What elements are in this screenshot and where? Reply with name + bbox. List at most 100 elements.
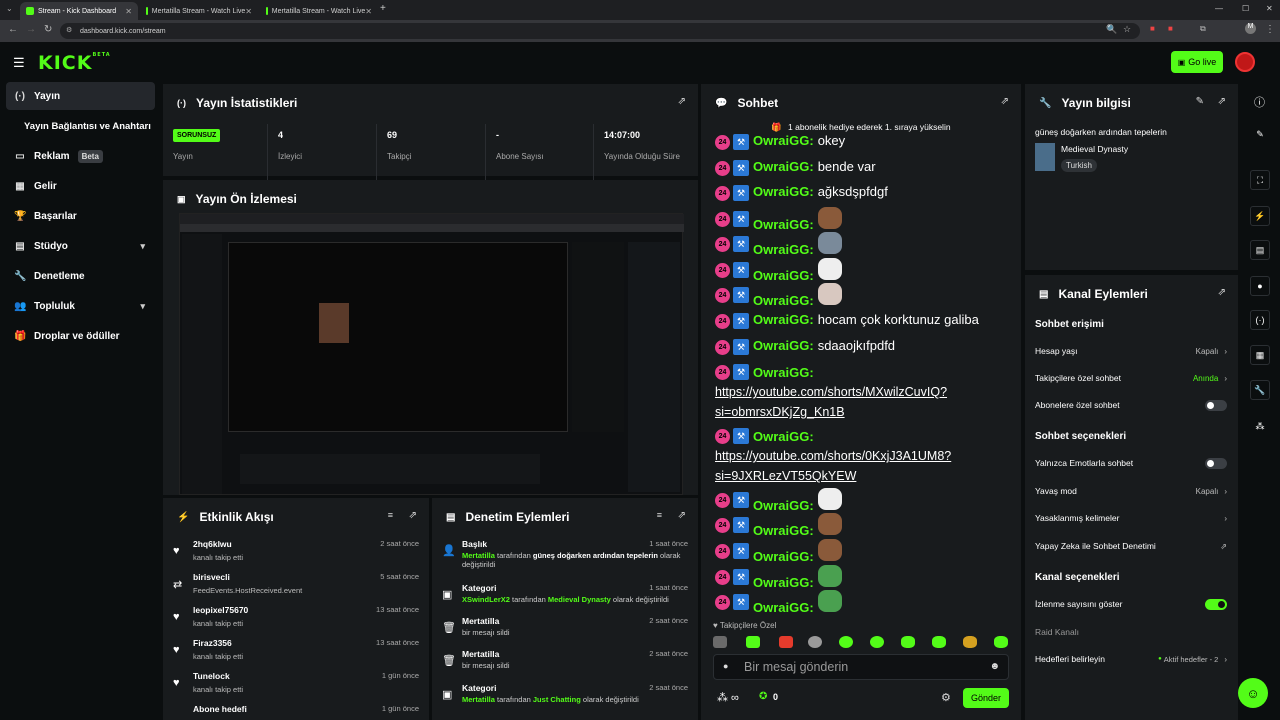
- chat-input[interactable]: ● Bir mesaj gönderin ☻: [713, 654, 1009, 680]
- grey-creature-emote[interactable]: [817, 232, 842, 254]
- chat-message[interactable]: 24 ⚒ OwraiGG:: [715, 565, 1005, 590]
- chat-link[interactable]: si=9JXRLezVT55QkYEW: [715, 469, 856, 483]
- raid-channel-setting[interactable]: Raid Kanalı: [1035, 625, 1227, 639]
- category-name[interactable]: Medieval Dynasty: [1061, 144, 1128, 154]
- emote-picker-icon[interactable]: [901, 636, 915, 648]
- hamburger-menu-icon[interactable]: ☰: [13, 55, 25, 71]
- show-viewers-toggle[interactable]: [1205, 598, 1227, 610]
- chat-username[interactable]: OwraiGG: [753, 268, 809, 283]
- url-field[interactable]: ⚙ dashboard.kick.com/stream: [60, 23, 1140, 39]
- chat-link[interactable]: https://youtube.com/shorts/0KxjJ3A1UM8?: [715, 449, 951, 463]
- emote-picker-icon[interactable]: [839, 636, 853, 648]
- extension-icon[interactable]: ■: [1168, 24, 1173, 33]
- chat-username[interactable]: OwraiGG: [753, 184, 809, 199]
- chat-message[interactable]: 24 ⚒ OwraiGG: bende var: [715, 159, 1005, 176]
- apps-icon[interactable]: ⁂: [1250, 416, 1270, 436]
- chat-message[interactable]: 24 ⚒ OwraiGG: sdaaojkıfpdfd: [715, 338, 1005, 355]
- sidebar-item-droplar[interactable]: 🎁 Droplar ve ödüller: [6, 322, 155, 350]
- chat-username[interactable]: OwraiGG: [753, 498, 809, 513]
- emote-picker-icon[interactable]: [932, 636, 946, 648]
- extension-icon[interactable]: ■: [1150, 24, 1155, 33]
- chat-message[interactable]: 24 ⚒ OwraiGG:: [715, 283, 1005, 308]
- broadcast-icon[interactable]: (·): [1250, 310, 1270, 330]
- tab-search-icon[interactable]: ⌄: [6, 4, 13, 13]
- activity-user[interactable]: 2hq6klwu: [193, 539, 232, 549]
- edit-pencil-icon[interactable]: ✎: [1196, 96, 1204, 107]
- activity-user[interactable]: Tunelock: [193, 671, 230, 681]
- emote-picker-icon[interactable]: [808, 636, 822, 648]
- chat-username[interactable]: OwraiGG: [753, 217, 809, 232]
- chat-username[interactable]: OwraiGG: [753, 575, 809, 590]
- sidebar-item-denetleme[interactable]: 🔧 Denetleme: [6, 262, 155, 290]
- brown-bear-emote[interactable]: [817, 539, 842, 561]
- sidebar-item-studyo[interactable]: ▤ Stüdyo ▾: [6, 232, 155, 260]
- site-info-icon[interactable]: ⚙: [66, 26, 72, 34]
- chat-message[interactable]: 24 ⚒ OwraiGG: ağksdşpfdgf: [715, 184, 1005, 201]
- activity-user[interactable]: birisvecli: [193, 572, 230, 582]
- crop-icon[interactable]: ⛶: [1250, 170, 1270, 190]
- edit-pencil-icon[interactable]: ✎: [1250, 124, 1270, 144]
- filter-icon[interactable]: ≡: [657, 510, 662, 520]
- info-icon[interactable]: ⓘ: [1254, 94, 1265, 110]
- sidebar-item-topluluk[interactable]: 👥 Topluluk ▾: [6, 292, 155, 320]
- brown-bear-emote[interactable]: [817, 207, 842, 229]
- chat-username[interactable]: OwraiGG: [753, 600, 809, 615]
- popout-icon[interactable]: ⇗: [1218, 287, 1226, 298]
- chat-username[interactable]: OwraiGG: [753, 242, 809, 257]
- chat-identity-icon[interactable]: ●: [723, 661, 728, 671]
- back-icon[interactable]: ←: [8, 24, 18, 35]
- subs-chat-toggle[interactable]: [1205, 399, 1227, 411]
- chat-message[interactable]: 24 ⚒ OwraiGG:: [715, 590, 1005, 615]
- chat-username[interactable]: OwraiGG: [753, 365, 809, 380]
- moderation-target[interactable]: Medieval Dynasty: [548, 595, 611, 604]
- filter-icon[interactable]: ≡: [388, 510, 393, 520]
- chat-message[interactable]: 24 ⚒ OwraiGG: hocam çok korktunuz galiba: [715, 312, 1005, 329]
- moderation-action-name[interactable]: Mertatilla: [462, 649, 499, 659]
- maximize-icon[interactable]: ☐: [1242, 4, 1249, 13]
- emote-picker-icon[interactable]: [779, 636, 793, 648]
- chat-link[interactable]: si=obmrsxDKjZg_Kn1B: [715, 405, 845, 419]
- sidebar-item-reklam[interactable]: ▭ Reklam Beta: [6, 142, 155, 170]
- moderation-target[interactable]: Just Chatting: [533, 695, 581, 704]
- slow-mode-setting[interactable]: Yavaş mod Kapalı ›: [1035, 484, 1227, 498]
- chat-message[interactable]: 24 ⚒ OwraiGG: https://youtube.com/shorts/0K…: [715, 427, 1005, 486]
- activity-user[interactable]: Firaz3356: [193, 638, 232, 648]
- popout-icon[interactable]: ⇗: [678, 96, 686, 107]
- moderation-actor[interactable]: Mertatilla: [462, 551, 495, 560]
- brown-bear-emote[interactable]: [817, 513, 842, 535]
- points-icon[interactable]: ✪: [759, 691, 767, 702]
- send-button[interactable]: Gönder: [963, 688, 1009, 708]
- chat-username[interactable]: OwraiGG: [753, 429, 809, 444]
- white-cat-emote[interactable]: [817, 258, 842, 280]
- chat-link[interactable]: https://youtube.com/shorts/MXwilzCuvIQ?: [715, 385, 947, 399]
- account-age-setting[interactable]: Hesap yaşı Kapalı ›: [1035, 344, 1227, 358]
- chat-username[interactable]: OwraiGG: [753, 312, 809, 327]
- moderation-actor[interactable]: XSwindLerX2: [462, 595, 510, 604]
- chat-message[interactable]: 24 ⚒ OwraiGG: https://youtube.com/shorts/MX…: [715, 363, 1005, 422]
- users-icon[interactable]: ⁂ ∞: [717, 691, 739, 704]
- activity-user[interactable]: leopixel75670: [193, 605, 248, 615]
- close-tab-icon[interactable]: ✕: [245, 7, 252, 16]
- chat-username[interactable]: OwraiGG: [753, 159, 809, 174]
- close-tab-icon[interactable]: ✕: [125, 7, 132, 16]
- new-tab-button[interactable]: +: [380, 3, 386, 14]
- chat-settings-gear-icon[interactable]: ⚙: [941, 691, 951, 704]
- chat-username[interactable]: OwraiGG: [753, 549, 809, 564]
- support-chat-icon[interactable]: ☺: [1238, 678, 1268, 708]
- followers-chat-setting[interactable]: Takipçilere özel sohbet Anında ›: [1035, 371, 1227, 385]
- reload-icon[interactable]: ↻: [44, 24, 52, 35]
- close-tab-icon[interactable]: ✕: [365, 7, 372, 16]
- emote-picker-icon[interactable]: [746, 636, 760, 648]
- popout-icon[interactable]: ⇗: [1001, 96, 1009, 107]
- zoom-icon[interactable]: 🔍: [1106, 24, 1117, 35]
- chat-username[interactable]: OwraiGG: [753, 293, 809, 308]
- emote-picker-icon[interactable]: [870, 636, 884, 648]
- goals-setting[interactable]: Hedefleri belirleyin ● Aktif hedefler - 2…: [1035, 652, 1227, 666]
- banned-words-setting[interactable]: Yasaklanmış kelimeler ›: [1035, 511, 1227, 525]
- popout-icon[interactable]: ⇗: [409, 510, 417, 521]
- moderation-action-name[interactable]: Mertatilla: [462, 616, 499, 626]
- chat-message[interactable]: 24 ⚒ OwraiGG:: [715, 539, 1005, 564]
- moderation-actor[interactable]: Mertatilla: [462, 695, 495, 704]
- kick-logo[interactable]: KICKBETA: [38, 52, 111, 74]
- chat-message[interactable]: 24 ⚒ OwraiGG:: [715, 513, 1005, 538]
